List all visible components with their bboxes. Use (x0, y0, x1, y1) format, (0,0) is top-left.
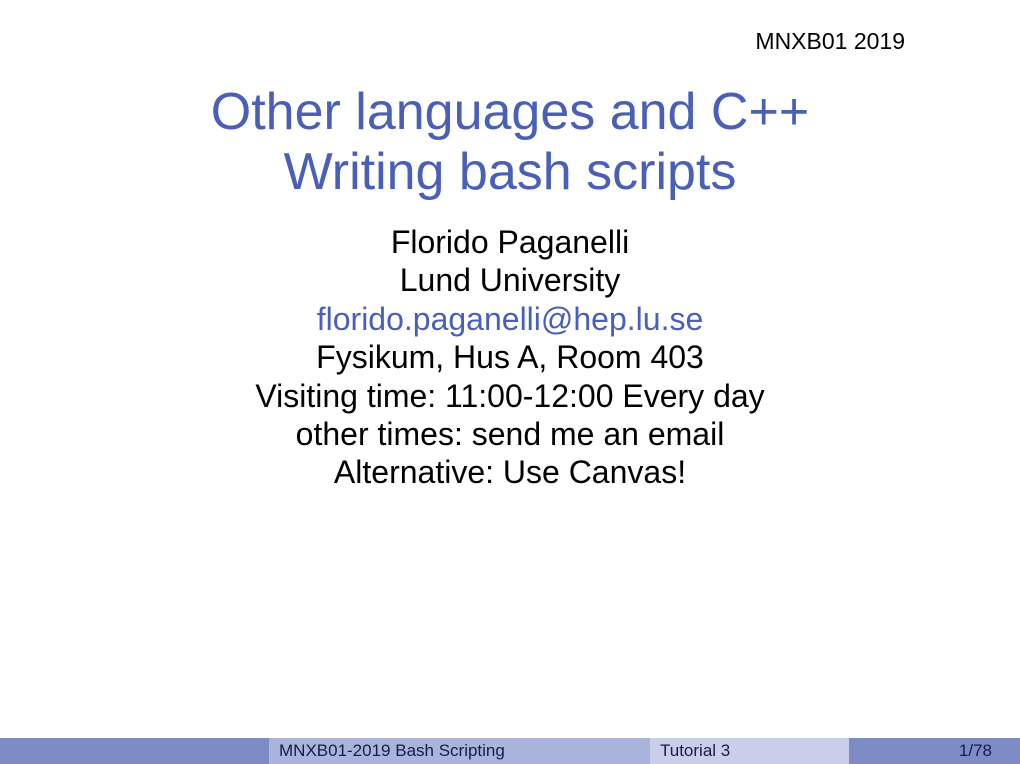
title-line2: Writing bash scripts (284, 143, 737, 201)
footer-section: Tutorial 3 (650, 738, 849, 764)
slide-title: Other languages and C++ Writing bash scr… (0, 83, 1020, 203)
author-other-times: other times: send me an email (0, 415, 1020, 453)
author-institution: Lund University (0, 261, 1020, 299)
footer-page-number: 1/78 (849, 738, 1020, 764)
title-line1: Other languages and C++ (211, 83, 809, 141)
course-label: MNXB01 2019 (755, 28, 905, 55)
footer-segment-1 (0, 738, 269, 764)
author-location: Fysikum, Hus A, Room 403 (0, 338, 1020, 376)
footer-course-title: MNXB01-2019 Bash Scripting (269, 738, 650, 764)
author-alternative: Alternative: Use Canvas! (0, 453, 1020, 491)
author-details: Florido Paganelli Lund University florid… (0, 223, 1020, 492)
footer-bar: MNXB01-2019 Bash Scripting Tutorial 3 1/… (0, 738, 1020, 764)
author-name: Florido Paganelli (0, 223, 1020, 261)
author-visiting: Visiting time: 11:00-12:00 Every day (0, 377, 1020, 415)
author-email: florido.paganelli@hep.lu.se (0, 300, 1020, 338)
